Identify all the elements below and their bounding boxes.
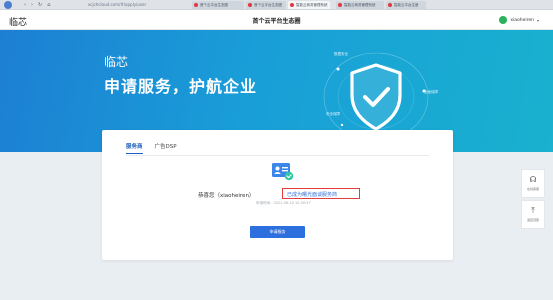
browser-tab[interactable]: 首个云平台生态圈 xyxy=(246,1,286,9)
user-name: xiaoheiren xyxy=(510,17,534,23)
hero-slogan: 申请服务，护航企业 xyxy=(104,77,258,96)
float-item-label: 在线客服 xyxy=(526,187,539,191)
avatar xyxy=(499,16,508,24)
tab-service-provider[interactable]: 服务商 xyxy=(126,142,143,154)
browser-tab[interactable]: 智能云平台注册 xyxy=(386,1,426,9)
status-text: 已成为曙光面谈服务商 xyxy=(287,192,338,198)
site-header: 临芯 首个云平台生态圈 xiaoheiren ▾ xyxy=(0,10,553,30)
tab-favicon-icon xyxy=(388,3,392,7)
hero-label: 数据安全 xyxy=(334,52,348,56)
back-to-top-icon: ⤒ xyxy=(531,206,535,215)
home-icon[interactable]: ⌂ xyxy=(47,1,50,9)
headset-icon: ☊ xyxy=(529,175,537,184)
tab-favicon-icon xyxy=(194,3,198,7)
browser-nav: ‹ › ↻ ⌂ xyxy=(24,1,50,9)
customer-service-button[interactable]: ☊ 在线客服 xyxy=(521,169,545,198)
browser-tab-label: 智能云商务管理系统 xyxy=(296,2,328,7)
apply-service-button[interactable]: 申请服务 xyxy=(250,226,305,238)
browser-tab-active[interactable]: 智能云商务管理系统 xyxy=(288,1,330,9)
tab-favicon-icon xyxy=(338,3,342,7)
browser-toolbar: ‹ › ↻ ⌂ xcjchcloud.com/#/apply/user 首个云平… xyxy=(0,0,553,10)
apply-time: 申请时间：2021-06-10 12:30:57 xyxy=(256,201,311,205)
hero-label: 安全保障 xyxy=(326,112,340,116)
address-bar[interactable]: xcjchcloud.com/#/apply/user xyxy=(88,2,146,8)
browser-tab[interactable]: 智能云商务管理系统 xyxy=(336,1,384,9)
status-highlight: 已成为曙光面谈服务商 xyxy=(282,188,360,199)
browser-tab[interactable]: 首个云平台生态圈 xyxy=(192,1,244,9)
page-title: 首个云平台生态圈 xyxy=(252,18,301,25)
divider xyxy=(126,155,429,156)
browser-tab-label: 智能云平台注册 xyxy=(394,2,419,7)
float-panel: ☊ 在线客服 ⤒ 返回顶部 xyxy=(521,169,545,231)
user-menu[interactable]: xiaoheiren ▾ xyxy=(499,16,539,24)
browser-logo-icon xyxy=(4,1,12,9)
browser-tab-label: 首个云平台生态圈 xyxy=(254,2,282,7)
tab-favicon-icon xyxy=(248,3,252,7)
refresh-icon[interactable]: ↻ xyxy=(38,1,42,9)
id-card-icon xyxy=(272,163,294,181)
tab-ad-dsp[interactable]: 广告DSP xyxy=(155,142,177,154)
back-to-top-button[interactable]: ⤒ 返回顶部 xyxy=(521,200,545,229)
hero-label: 全面保障 xyxy=(424,90,438,94)
forward-icon[interactable]: › xyxy=(31,1,33,9)
browser-tab-label: 首个云平台生态圈 xyxy=(200,2,228,7)
card-tabs: 服务商 广告DSP xyxy=(126,142,177,154)
chevron-down-icon: ▾ xyxy=(536,17,539,23)
browser-tab-label: 智能云商务管理系统 xyxy=(344,2,376,7)
float-item-label: 返回顶部 xyxy=(526,218,539,222)
service-card: 服务商 广告DSP 恭喜您（xiaoheiren） 已成为曙光面谈服务商 申请时… xyxy=(102,130,453,260)
congrats-text: 恭喜您（xiaoheiren） xyxy=(198,193,255,199)
tab-favicon-icon xyxy=(290,3,294,7)
back-icon[interactable]: ‹ xyxy=(24,1,26,9)
hero-logo: 临芯 xyxy=(104,55,129,69)
